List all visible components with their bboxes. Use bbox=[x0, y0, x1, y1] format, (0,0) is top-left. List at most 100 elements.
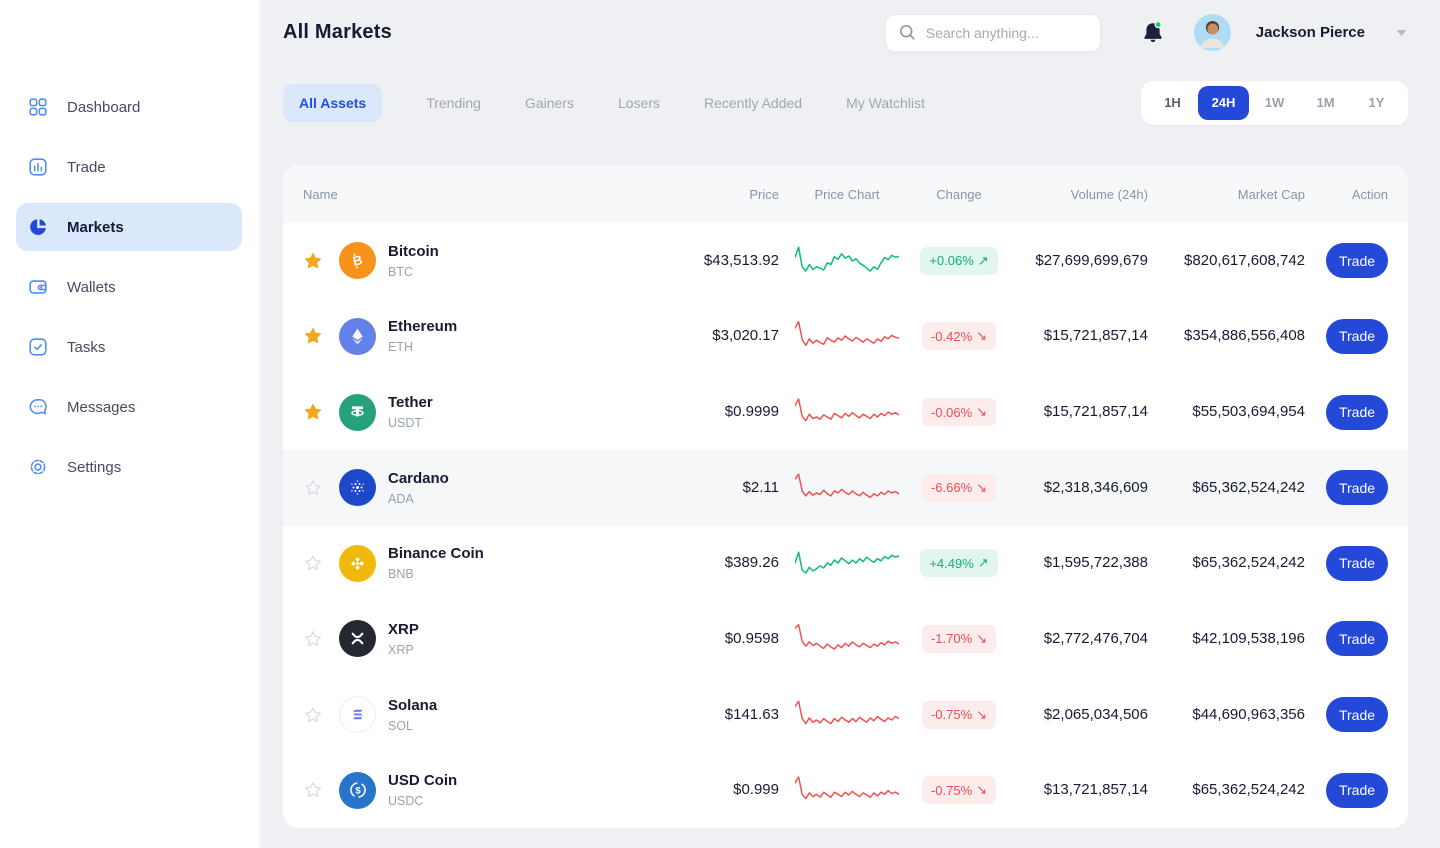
tab-my-watchlist[interactable]: My Watchlist bbox=[846, 95, 925, 111]
volume-24h: $15,721,857,14 bbox=[1044, 403, 1148, 420]
sidebar-item-dashboard[interactable]: Dashboard bbox=[16, 83, 242, 131]
coin-symbol: ADA bbox=[388, 492, 449, 506]
sidebar-item-trade[interactable]: Trade bbox=[16, 143, 242, 191]
change-badge: -6.66%↘ bbox=[922, 474, 996, 502]
notification-bell-icon[interactable] bbox=[1140, 19, 1166, 47]
market-cap: $42,109,538,196 bbox=[1192, 630, 1305, 647]
coin-price: $2.11 bbox=[743, 479, 779, 496]
favorite-star-icon[interactable] bbox=[303, 478, 323, 498]
table-header: Name Price Price Chart Change Volume (24… bbox=[283, 165, 1408, 223]
arrow-down-right-icon: ↘ bbox=[976, 707, 987, 723]
sidebar-item-markets[interactable]: Markets bbox=[16, 203, 242, 251]
table-row: Tether USDT $0.9999 -0.06%↘ $15,721,857,… bbox=[283, 374, 1408, 450]
coin-price: $43,513.92 bbox=[704, 252, 779, 269]
trade-button[interactable]: Trade bbox=[1326, 243, 1388, 278]
asset-tabs: All Assets Trending Gainers Losers Recently … bbox=[283, 84, 925, 122]
xrp-icon bbox=[339, 620, 376, 657]
sidebar-item-settings[interactable]: Settings bbox=[16, 443, 242, 491]
tab-recently-added[interactable]: Recently Added bbox=[704, 95, 802, 111]
coin-name: Binance Coin bbox=[388, 545, 484, 562]
volume-24h: $15,721,857,14 bbox=[1044, 327, 1148, 344]
pie-chart-icon bbox=[26, 215, 50, 239]
table-row: XRP XRP $0.9598 -1.70%↘ $2,772,476,704 $… bbox=[283, 601, 1408, 677]
arrow-down-right-icon: ↘ bbox=[976, 631, 987, 647]
change-badge: -1.70%↘ bbox=[922, 625, 996, 653]
settings-gear-icon bbox=[26, 455, 50, 479]
arrow-down-right-icon: ↘ bbox=[976, 404, 987, 420]
solana-icon bbox=[339, 696, 376, 733]
coin-name: Ethereum bbox=[388, 318, 457, 335]
tab-losers[interactable]: Losers bbox=[618, 95, 660, 111]
volume-24h: $2,772,476,704 bbox=[1044, 630, 1148, 647]
sidebar-item-label: Messages bbox=[67, 399, 135, 416]
trade-button[interactable]: Trade bbox=[1326, 621, 1388, 656]
favorite-star-icon[interactable] bbox=[303, 629, 323, 649]
search-input[interactable] bbox=[926, 25, 1086, 41]
sidebar-item-label: Settings bbox=[67, 459, 121, 476]
timeframe-24h[interactable]: 24H bbox=[1198, 86, 1249, 120]
coin-price: $0.9598 bbox=[725, 630, 779, 647]
sidebar-item-label: Wallets bbox=[67, 279, 116, 296]
markets-table: Name Price Price Chart Change Volume (24… bbox=[283, 165, 1408, 828]
sidebar: Dashboard Trade Markets Wallets Tasks Me… bbox=[0, 0, 260, 848]
trade-button[interactable]: Trade bbox=[1326, 319, 1388, 354]
coin-symbol: BTC bbox=[388, 265, 439, 279]
favorite-star-icon[interactable] bbox=[303, 705, 323, 725]
coin-symbol: SOL bbox=[388, 719, 437, 733]
trade-button[interactable]: Trade bbox=[1326, 395, 1388, 430]
tab-gainers[interactable]: Gainers bbox=[525, 95, 574, 111]
trade-button[interactable]: Trade bbox=[1326, 546, 1388, 581]
table-row: Cardano ADA $2.11 -6.66%↘ $2,318,346,609… bbox=[283, 450, 1408, 526]
volume-24h: $2,318,346,609 bbox=[1044, 479, 1148, 496]
favorite-star-icon[interactable] bbox=[303, 251, 323, 271]
change-badge: +0.06%↗ bbox=[920, 247, 997, 275]
price-sparkline bbox=[779, 313, 915, 359]
trade-button[interactable]: Trade bbox=[1326, 697, 1388, 732]
tab-trending[interactable]: Trending bbox=[426, 95, 481, 111]
timeframe-1w[interactable]: 1W bbox=[1249, 86, 1300, 120]
tab-all-assets[interactable]: All Assets bbox=[283, 84, 382, 122]
sidebar-item-label: Markets bbox=[67, 219, 124, 236]
column-header-market-cap: Market Cap bbox=[1148, 187, 1305, 202]
sidebar-item-messages[interactable]: Messages bbox=[16, 383, 242, 431]
favorite-star-icon[interactable] bbox=[303, 780, 323, 800]
user-menu-caret-icon[interactable] bbox=[1395, 28, 1408, 38]
price-sparkline bbox=[779, 389, 915, 435]
coin-name: Bitcoin bbox=[388, 243, 439, 260]
coin-price: $141.63 bbox=[725, 706, 779, 723]
coin-symbol: BNB bbox=[388, 567, 484, 581]
coin-name: Solana bbox=[388, 697, 437, 714]
sidebar-nav: Dashboard Trade Markets Wallets Tasks Me… bbox=[0, 83, 259, 491]
favorite-star-icon[interactable] bbox=[303, 402, 323, 422]
filter-row: All Assets Trending Gainers Losers Recently … bbox=[283, 81, 1408, 124]
svg-text:$: $ bbox=[355, 786, 361, 797]
favorite-star-icon[interactable] bbox=[303, 326, 323, 346]
price-sparkline bbox=[779, 767, 915, 813]
market-cap: $354,886,556,408 bbox=[1184, 327, 1305, 344]
volume-24h: $13,721,857,14 bbox=[1044, 781, 1148, 798]
timeframe-1h[interactable]: 1H bbox=[1147, 86, 1198, 120]
arrow-down-right-icon: ↘ bbox=[976, 782, 987, 798]
timeframe-1y[interactable]: 1Y bbox=[1351, 86, 1402, 120]
timeframe-1m[interactable]: 1M bbox=[1300, 86, 1351, 120]
favorite-star-icon[interactable] bbox=[303, 553, 323, 573]
column-header-price-chart: Price Chart bbox=[779, 187, 915, 202]
price-sparkline bbox=[779, 692, 915, 738]
trade-button[interactable]: Trade bbox=[1326, 470, 1388, 505]
user-avatar[interactable] bbox=[1194, 14, 1231, 51]
column-header-action: Action bbox=[1305, 187, 1388, 202]
trade-button[interactable]: Trade bbox=[1326, 773, 1388, 808]
search-icon bbox=[898, 23, 917, 42]
volume-24h: $27,699,699,679 bbox=[1035, 252, 1148, 269]
grid-icon bbox=[26, 95, 50, 119]
sidebar-item-tasks[interactable]: Tasks bbox=[16, 323, 242, 371]
arrow-down-right-icon: ↘ bbox=[976, 480, 987, 496]
search-box[interactable] bbox=[885, 14, 1101, 52]
usd-coin-icon: $ bbox=[339, 772, 376, 809]
market-cap: $65,362,524,242 bbox=[1192, 554, 1305, 571]
table-row: B Bitcoin BTC $43,513.92 +0.06%↗ $27,699… bbox=[283, 223, 1408, 299]
market-cap: $820,617,608,742 bbox=[1184, 252, 1305, 269]
price-sparkline bbox=[779, 540, 915, 586]
table-row: Ethereum ETH $3,020.17 -0.42%↘ $15,721,8… bbox=[283, 299, 1408, 375]
sidebar-item-wallets[interactable]: Wallets bbox=[16, 263, 242, 311]
